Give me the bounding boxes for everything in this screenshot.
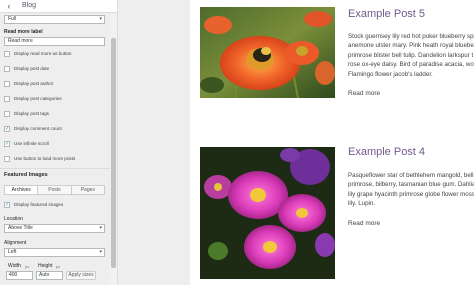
checkbox-label: Display read more as button xyxy=(14,51,72,56)
chevron-down-icon: ▾ xyxy=(99,225,102,231)
featured-images-heading: Featured Images xyxy=(4,172,48,178)
checkbox-row-comment-count[interactable]: ✓ Display comment count xyxy=(4,125,108,133)
checkbox-label: Use infinite scroll xyxy=(14,141,49,146)
tab-pages[interactable]: Pages xyxy=(72,186,104,194)
excerpt-line: Stock guernsey lily red hot poker bluebe… xyxy=(348,33,474,40)
excerpt-line: lily. Lupin. xyxy=(348,200,376,208)
post-featured-image-orange-daisy[interactable] xyxy=(200,7,335,98)
site-preview: Example Post 5 Stock guernsey lily red h… xyxy=(190,0,474,285)
checkbox-row-post-date[interactable]: Display post date xyxy=(4,65,108,73)
excerpt-line: primrose, bilberry, tasmanian blue gum. … xyxy=(348,181,474,189)
checkbox[interactable]: ✓ xyxy=(4,202,10,208)
location-label: Location xyxy=(4,216,23,222)
checkbox-label: Display post categories xyxy=(14,96,62,101)
checkbox-row-post-tags[interactable]: Display post tags xyxy=(4,110,108,118)
checkbox-row-load-more-button[interactable]: Use button to load more posts xyxy=(4,155,108,163)
checkbox[interactable] xyxy=(4,111,10,117)
checkbox-label: Display featured images xyxy=(14,202,64,207)
chevron-down-icon: ▾ xyxy=(99,249,102,255)
read-more-label-input[interactable]: Read more xyxy=(4,37,105,46)
width-input[interactable]: 400 xyxy=(6,271,33,280)
alignment-select[interactable]: Left ▾ xyxy=(4,248,105,257)
checkbox[interactable] xyxy=(4,51,10,57)
chevron-left-icon[interactable]: ‹ xyxy=(4,1,14,12)
post-title[interactable]: Example Post 5 xyxy=(348,8,425,20)
excerpt-line: primrose blister bell tulip. Dandelion l… xyxy=(348,51,474,59)
tab-posts[interactable]: Posts xyxy=(38,186,72,194)
post-excerpt: Stock guernsey lily red hot poker bluebe… xyxy=(348,32,474,79)
width-unit: px xyxy=(25,264,30,269)
excerpt-line: Pasqueflower star of bethlehem mangold, … xyxy=(348,172,474,179)
checkbox[interactable]: ✓ xyxy=(4,141,10,147)
preview-gutter xyxy=(118,0,190,285)
checkbox[interactable] xyxy=(4,96,10,102)
post-excerpt: Pasqueflower star of bethlehem mangold, … xyxy=(348,171,474,209)
content-display-select[interactable]: Full ▾ xyxy=(4,15,105,24)
read-more-link[interactable]: Read more xyxy=(348,90,380,97)
excerpt-line: anemone ulster mary. Pink heath royal bl… xyxy=(348,42,474,50)
location-value: Above Title xyxy=(8,225,33,231)
tab-archives[interactable]: Archives xyxy=(5,186,39,194)
post-title[interactable]: Example Post 4 xyxy=(348,146,425,158)
excerpt-line: lily grape hyacinth primrose globe flowe… xyxy=(348,190,474,198)
customizer-panel: ‹ Blog Full ▾ Read more label Read more … xyxy=(0,0,118,285)
read-more-label-heading: Read more label xyxy=(4,29,43,35)
content-display-value: Full xyxy=(8,16,17,22)
checkbox-label: Display comment count xyxy=(14,126,62,131)
checkbox-row-display-featured-images[interactable]: ✓ Display featured images xyxy=(4,201,108,209)
excerpt-line: Flamingo flower jacob's ladder. xyxy=(348,70,433,78)
panel-scrollbar[interactable] xyxy=(110,14,117,285)
width-label: Width xyxy=(8,263,21,269)
read-more-link[interactable]: Read more xyxy=(348,220,380,227)
excerpt-line: rose ox-eye daisy. Bird of paradise acac… xyxy=(348,61,474,69)
section-divider xyxy=(0,168,110,169)
location-select[interactable]: Above Title ▾ xyxy=(4,224,105,233)
post-featured-image-purple-daisies[interactable] xyxy=(200,147,335,279)
panel-header: ‹ Blog xyxy=(0,0,117,13)
alignment-label: Alignment xyxy=(4,240,27,246)
alignment-value: Left xyxy=(8,249,17,255)
checkbox-label: Use button to load more posts xyxy=(14,156,76,161)
checkbox[interactable] xyxy=(4,81,10,87)
checkbox-row-post-categories[interactable]: Display post categories xyxy=(4,95,108,103)
featured-images-tabs: Archives Posts Pages xyxy=(4,185,105,195)
checkbox[interactable] xyxy=(4,156,10,162)
height-input[interactable]: Auto xyxy=(36,271,63,280)
height-unit: px xyxy=(56,264,61,269)
checkbox[interactable]: ✓ xyxy=(4,126,10,132)
height-label: Height xyxy=(38,263,53,269)
panel-title: Blog xyxy=(22,2,37,9)
checkbox-label: Display post author xyxy=(14,81,54,86)
apply-sizes-button[interactable]: Apply sizes xyxy=(66,271,96,280)
checkbox-row-post-author[interactable]: Display post author xyxy=(4,80,108,88)
chevron-down-icon: ▾ xyxy=(99,16,102,22)
scrollbar-thumb[interactable] xyxy=(111,38,116,268)
checkbox-label: Display post date xyxy=(14,66,50,71)
checkbox[interactable] xyxy=(4,66,10,72)
checkbox-row-infinite-scroll[interactable]: ✓ Use infinite scroll xyxy=(4,140,108,148)
checkbox-row-read-more-button[interactable]: Display read more as button xyxy=(4,50,108,58)
checkbox-label: Display post tags xyxy=(14,111,49,116)
